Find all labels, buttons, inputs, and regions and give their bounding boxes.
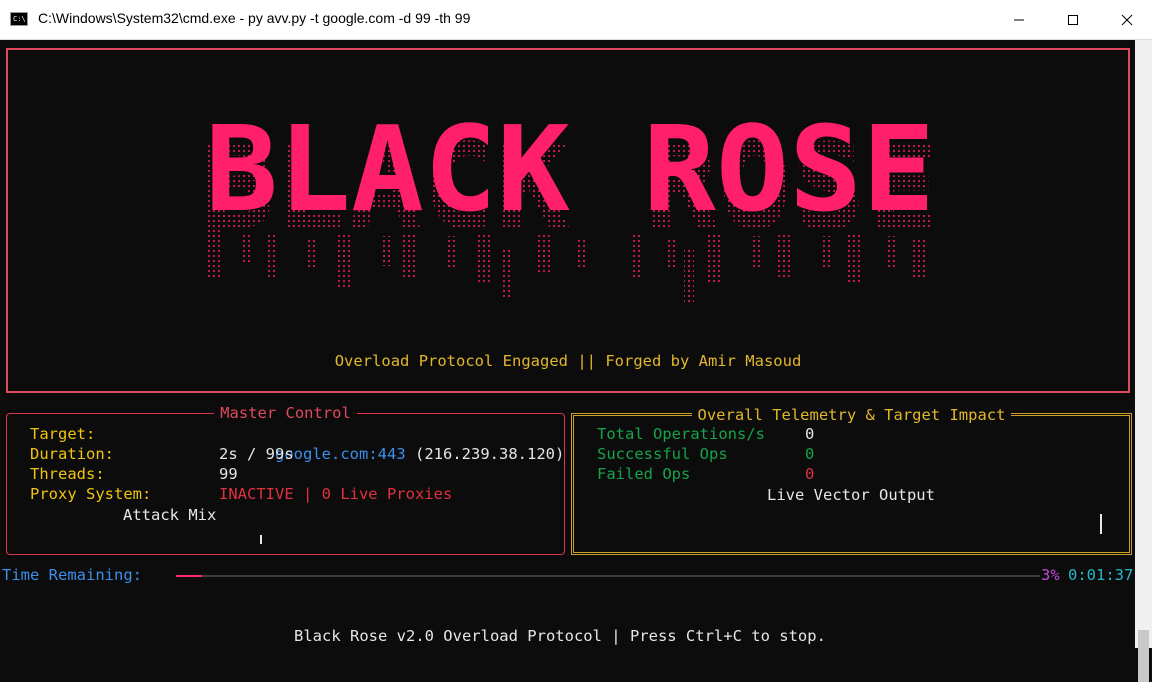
live-vector-cursor — [1100, 514, 1102, 534]
time-remaining-value: 0:01:37 — [1068, 566, 1134, 584]
master-control-panel: Master Control Target: google.com:443 (2… — [6, 404, 565, 555]
footer-status: Black Rose v2.0 Overload Protocol | Pres… — [294, 627, 826, 645]
time-progress-fill — [176, 575, 202, 577]
proxy-value: INACTIVE | 0 Live Proxies — [219, 485, 453, 503]
console-output[interactable]: BLACK ROSE BLACK ROSE Overload Protocol … — [0, 40, 1135, 648]
black-rose-logo: BLACK ROSE BLACK ROSE — [200, 100, 940, 302]
time-progress-bar — [176, 575, 1040, 577]
scrollbar-thumb[interactable] — [1138, 630, 1149, 682]
minimize-icon — [1014, 19, 1024, 20]
successful-ops-value: 0 — [805, 445, 815, 463]
target-host: google.com:443 — [275, 445, 406, 463]
vertical-scrollbar[interactable] — [1135, 40, 1152, 682]
banner-tagline: Overload Protocol Engaged || Forged by A… — [334, 352, 802, 370]
minimize-button[interactable] — [996, 0, 1042, 39]
failed-ops-label: Failed Ops — [597, 465, 691, 483]
total-ops-value: 0 — [805, 425, 815, 443]
proxy-label: Proxy System: — [30, 485, 152, 503]
window-titlebar: C:\ C:\Windows\System32\cmd.exe - py avv… — [0, 0, 1152, 40]
maximize-icon — [1068, 14, 1078, 25]
telemetry-panel: Overall Telemetry & Target Impact Total … — [571, 406, 1132, 555]
window-title: C:\Windows\System32\cmd.exe - py avv.py … — [38, 10, 471, 26]
target-ip: (216.239.38.120) — [415, 445, 565, 463]
attack-mix-cursor — [260, 535, 262, 544]
maximize-button[interactable] — [1050, 0, 1096, 39]
duration-label: Duration: — [30, 445, 114, 463]
successful-ops-label: Successful Ops — [597, 445, 728, 463]
target-label: Target: — [30, 425, 96, 443]
cmd-icon[interactable]: C:\ — [10, 12, 28, 26]
threads-label: Threads: — [30, 465, 105, 483]
time-remaining-label: Time Remaining: — [2, 566, 142, 584]
attack-mix-label: Attack Mix — [123, 506, 217, 524]
progress-percent: 3% — [1041, 566, 1060, 584]
master-control-title: Master Control — [214, 404, 357, 422]
total-ops-label: Total Operations/s — [597, 425, 765, 443]
threads-value: 99 — [219, 465, 238, 483]
banner-panel: BLACK ROSE BLACK ROSE Overload Protocol … — [6, 48, 1130, 393]
live-vector-label: Live Vector Output — [767, 486, 935, 504]
failed-ops-value: 0 — [805, 465, 815, 483]
duration-value: 2s / 99s — [219, 445, 294, 463]
telemetry-title: Overall Telemetry & Target Impact — [691, 406, 1012, 424]
logo-text: BLACK ROSE — [205, 100, 935, 238]
close-button[interactable] — [1104, 0, 1150, 39]
close-icon — [1121, 14, 1133, 25]
